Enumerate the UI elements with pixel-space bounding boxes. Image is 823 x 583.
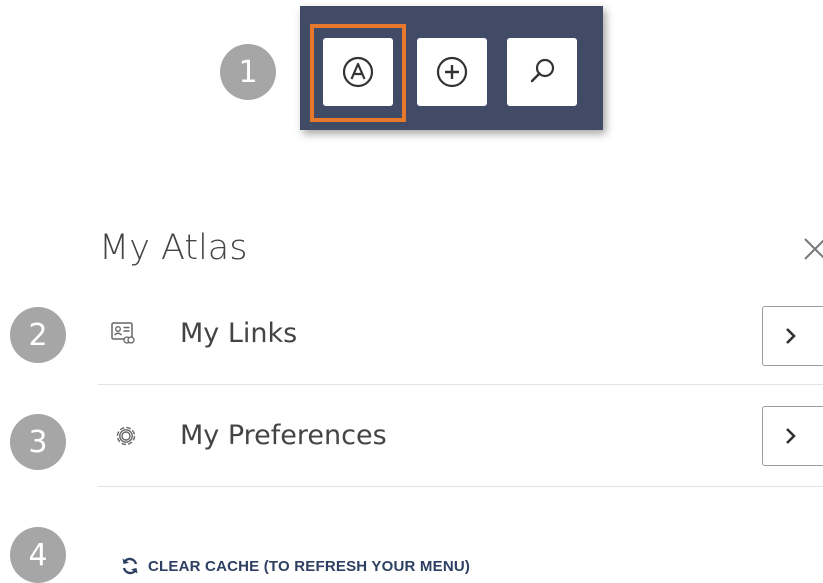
step-badge-4: 4: [10, 527, 66, 583]
step-badge-2: 2: [10, 307, 66, 363]
atlas-a-icon: [342, 56, 374, 88]
my-links-expand-button[interactable]: [762, 306, 823, 366]
plus-circle-icon: [436, 56, 468, 88]
my-preferences-label: My Preferences: [180, 420, 387, 451]
divider: [98, 486, 823, 487]
search-icon: [530, 58, 555, 83]
add-button[interactable]: [417, 38, 487, 106]
step-badge-1: 1: [220, 44, 276, 100]
panel-title: My Atlas: [99, 228, 248, 268]
step-badge-3: 3: [10, 414, 66, 470]
clear-cache-link[interactable]: CLEAR CACHE (TO REFRESH YOUR MENU): [120, 556, 470, 576]
header-toolbar: [300, 6, 603, 130]
gear-icon: [116, 426, 136, 446]
links-card-icon: [111, 322, 135, 344]
chevron-right-icon: [786, 328, 796, 344]
clear-cache-label: CLEAR CACHE (TO REFRESH YOUR MENU): [148, 557, 471, 575]
my-links-label: My Links: [180, 318, 298, 349]
divider: [98, 384, 823, 385]
search-button[interactable]: [507, 38, 577, 106]
chevron-right-icon: [786, 428, 796, 444]
refresh-icon: [122, 557, 138, 575]
my-preferences-expand-button[interactable]: [762, 406, 823, 466]
my-atlas-button[interactable]: [323, 38, 393, 106]
close-icon[interactable]: [800, 234, 823, 264]
